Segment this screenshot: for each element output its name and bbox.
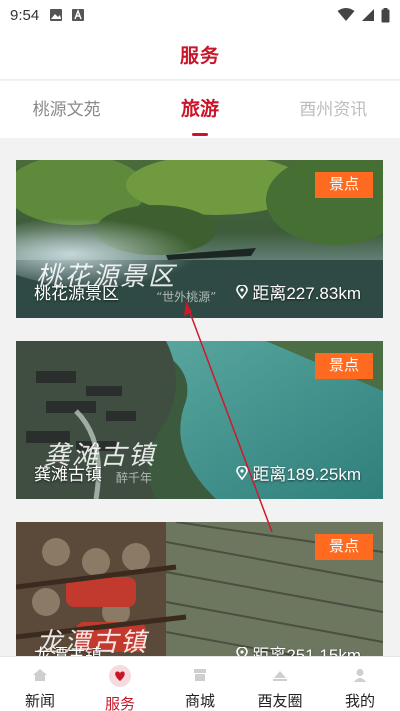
circle-icon [269,665,291,684]
heart-icon [109,665,131,687]
signal-icon [362,9,374,21]
status-bar: 9:54 [0,0,400,30]
user-icon [349,665,371,684]
attraction-card-longtan[interactable]: 龙潭古镇 景点 龙潭古镇 距离251.15km [16,522,383,656]
attraction-card-gongtan[interactable]: 龚滩古镇 醉千年 景点 龚滩古镇 距离189.25km [16,341,383,499]
tabbar-label: 新闻 [24,693,55,710]
attraction-card-taohuayuan[interactable]: 桃花源景区 “世外桃源” 景点 桃花源景区 距离227.83km [16,160,383,318]
overlay-subtitle: “世外桃源” [156,290,217,304]
status-time: 9:54 [10,6,40,24]
image-icon [50,9,63,21]
battery-icon [381,7,390,22]
active-tab-indicator [191,133,208,136]
location-pin-icon [236,646,249,656]
location-pin-icon [236,465,249,480]
attraction-name: 龙潭古镇 [34,646,102,656]
attraction-tag-badge: 景点 [315,534,373,560]
tabbar-label: 服务 [104,696,135,711]
tab-label: 酉州资讯 [299,100,368,119]
tab-label: 旅游 [180,99,219,120]
distance-text: 距离189.25km [252,465,361,484]
attraction-tag-badge: 景点 [315,172,373,198]
overlay-subtitle: 醉千年 [116,471,153,485]
header: 服务 [0,30,400,80]
shop-icon [189,665,211,684]
tabbar-label: 商城 [184,693,215,710]
a-icon [72,9,85,21]
home-icon [29,665,51,684]
attraction-name: 龚滩古镇 [34,465,102,484]
distance-text: 距离227.83km [252,284,361,303]
wifi-icon [337,8,355,21]
page-title: 服务 [179,46,220,67]
tabbar-news[interactable]: 新闻 [0,657,80,711]
tab-label: 桃源文苑 [32,100,101,119]
attraction-distance: 距离189.25km [236,460,361,485]
tabbar-label: 酉友圈 [257,693,303,710]
tabbar-label: 我的 [344,693,375,710]
tabbar-circle[interactable]: 酉友圈 [240,657,320,711]
attraction-list[interactable]: 桃花源景区 “世外桃源” 景点 桃花源景区 距离227.83km 龚滩古镇 醉千… [0,138,400,656]
attraction-name: 桃花源景区 [34,284,119,303]
tabbar-me[interactable]: 我的 [320,657,400,711]
attraction-distance: 距离227.83km [236,279,361,304]
category-tabs: 桃源文苑 旅游 酉州资讯 [0,81,400,138]
distance-text: 距离251.15km [252,646,361,656]
tab-travel[interactable]: 旅游 [133,81,266,138]
tab-youzhou-news[interactable]: 酉州资讯 [267,81,400,138]
attraction-distance: 距离251.15km [236,641,361,656]
tab-taoyuan-wenyuan[interactable]: 桃源文苑 [0,81,133,138]
tabbar-service[interactable]: 服务 [80,657,160,711]
bottom-tab-bar: 新闻 服务 商城 酉友圈 我的 [0,656,400,711]
tabbar-shop[interactable]: 商城 [160,657,240,711]
attraction-tag-badge: 景点 [315,353,373,379]
location-pin-icon [236,284,249,299]
